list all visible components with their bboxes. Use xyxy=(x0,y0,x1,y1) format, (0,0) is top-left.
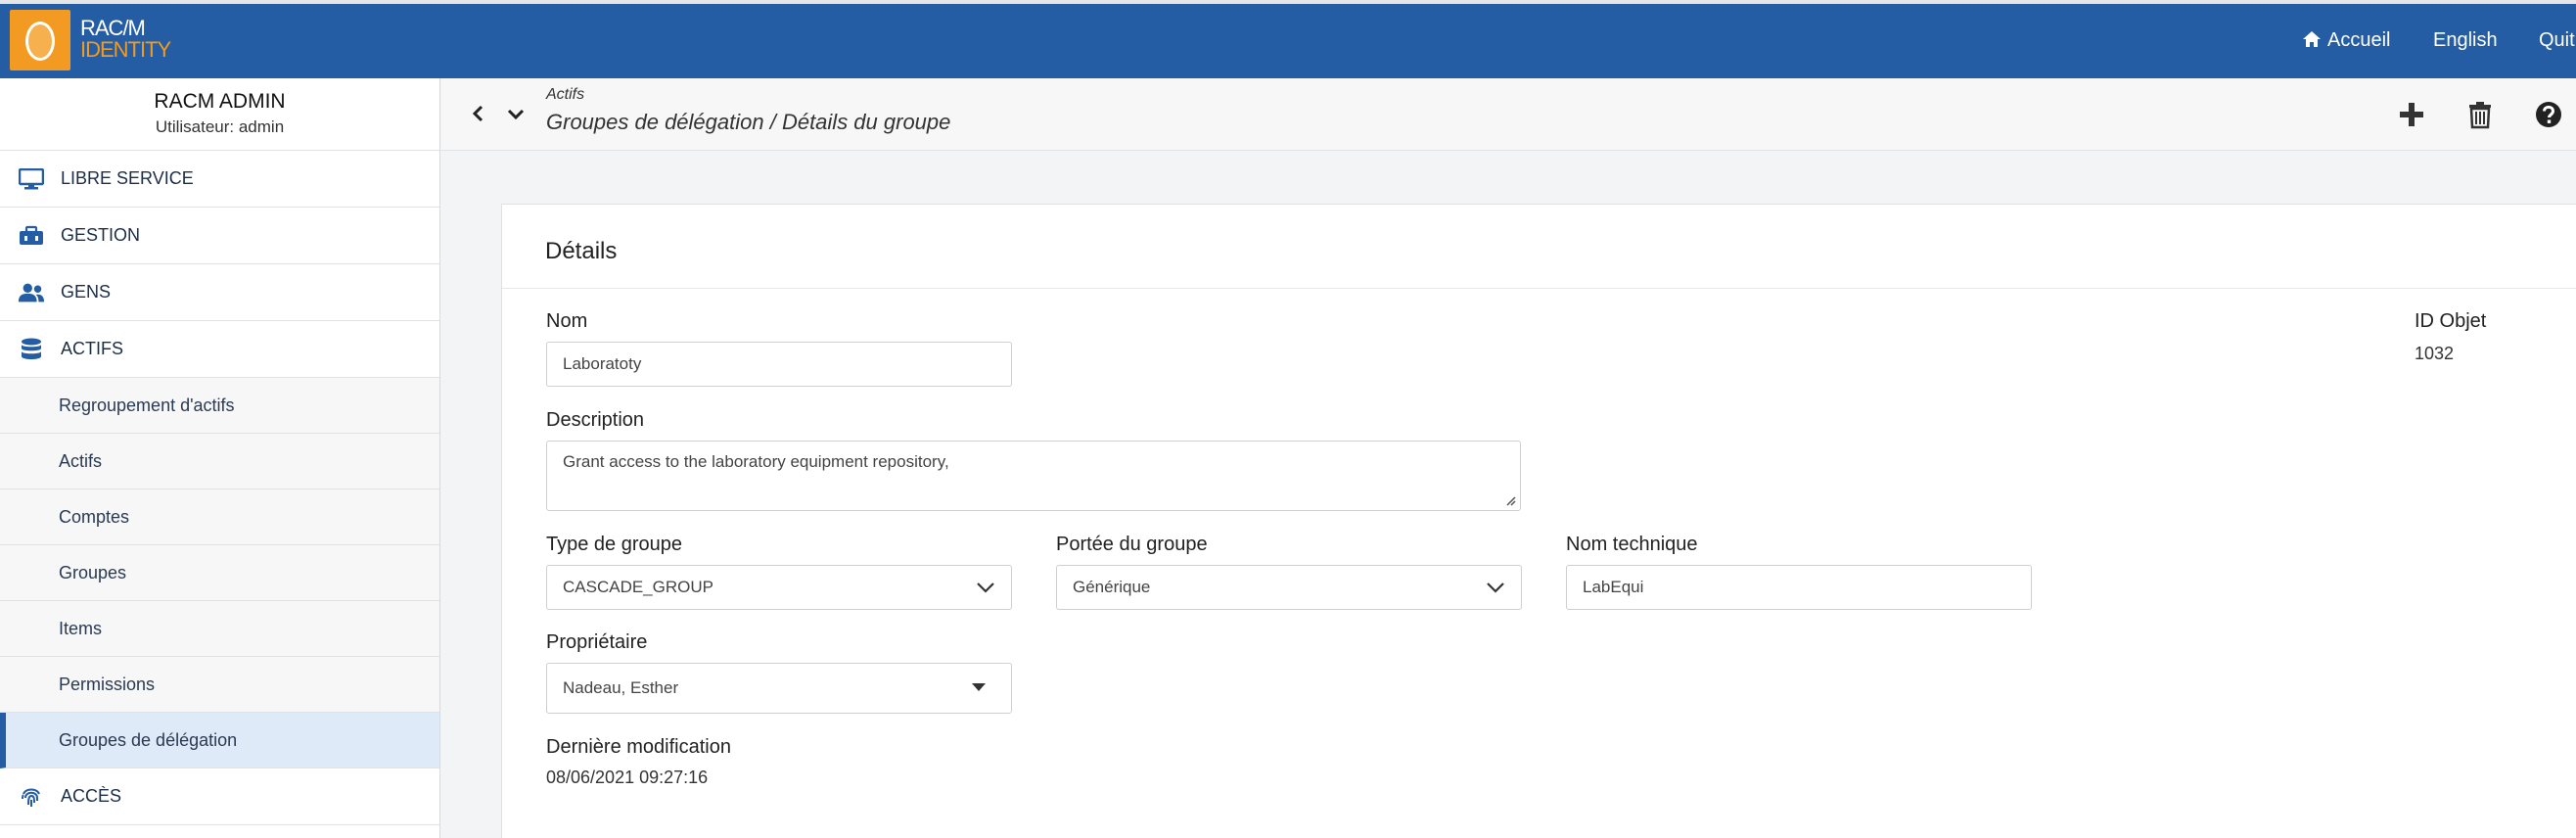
chevron-down-icon xyxy=(977,582,994,593)
sidebar-subitem-groupes[interactable]: Groupes xyxy=(0,545,439,601)
sidebar-subitem-regroupement[interactable]: Regroupement d'actifs xyxy=(0,378,439,434)
sidebar-subitem-items[interactable]: Items xyxy=(0,601,439,657)
nom-technique-input[interactable]: LabEqui xyxy=(1566,565,2032,610)
sidebar: RACM ADMIN Utilisateur: admin LIBRE SERV… xyxy=(0,78,440,838)
sidebar-item-acces[interactable]: ACCÈS xyxy=(0,768,439,825)
fingerprint-icon xyxy=(18,785,45,809)
users-icon xyxy=(18,281,45,304)
type-groupe-value: CASCADE_GROUP xyxy=(563,578,713,596)
sidebar-label-gestion: GESTION xyxy=(61,225,141,245)
id-objet-label: ID Objet xyxy=(2415,310,2487,332)
description-text: Grant access to the laboratory equipment… xyxy=(563,452,949,471)
logo-line-1: RAC/M xyxy=(80,16,146,40)
user-block: RACM ADMIN Utilisateur: admin xyxy=(0,78,439,151)
portee-groupe-label: Portée du groupe xyxy=(1056,534,1208,555)
database-icon xyxy=(18,338,45,361)
derniere-modification-value: 08/06/2021 09:27:16 xyxy=(546,768,709,787)
proprietaire-label: Propriétaire xyxy=(546,631,648,653)
sidebar-subitem-groupes-delegation[interactable]: Groupes de délégation xyxy=(0,713,439,768)
sidebar-item-gens[interactable]: GENS xyxy=(0,264,439,321)
user-name: RACM ADMIN xyxy=(154,90,286,113)
logo-line-2: IDENTITY xyxy=(80,37,171,62)
details-card: Détails Nom Laboratoty ID Objet 1032 Des… xyxy=(501,204,2576,838)
sidebar-label-actifs: ACTIFS xyxy=(61,339,124,358)
chevron-left-icon[interactable] xyxy=(469,104,488,123)
home-label: Accueil xyxy=(2327,29,2391,51)
id-objet-value: 1032 xyxy=(2415,344,2455,363)
sidebar-subitem-comptes[interactable]: Comptes xyxy=(0,489,439,545)
page-header: Actifs Groupes de délégation / Détails d… xyxy=(441,78,2576,151)
toolbox-icon xyxy=(18,224,45,248)
card-divider xyxy=(502,288,2576,289)
nom-technique-label: Nom technique xyxy=(1566,534,1698,555)
logo-text: RAC/M IDENTITY xyxy=(80,16,171,62)
type-groupe-select[interactable]: CASCADE_GROUP xyxy=(546,565,1012,610)
sidebar-item-gestion[interactable]: GESTION xyxy=(0,208,439,264)
proprietaire-select[interactable]: Nadeau, Esther xyxy=(546,663,1012,714)
sidebar-subitem-permissions[interactable]: Permissions xyxy=(0,657,439,713)
description-label: Description xyxy=(546,409,645,431)
description-textarea[interactable]: Grant access to the laboratory equipment… xyxy=(546,441,1521,511)
logo-shape xyxy=(25,22,55,61)
card-title: Détails xyxy=(545,238,618,264)
portee-groupe-select[interactable]: Générique xyxy=(1056,565,1522,610)
resize-grip-icon[interactable] xyxy=(1504,494,1516,506)
sidebar-label-libre-service: LIBRE SERVICE xyxy=(61,168,194,188)
sidebar-label-gens: GENS xyxy=(61,282,112,302)
home-link[interactable]: Accueil xyxy=(2302,29,2390,52)
portee-groupe-value: Générique xyxy=(1073,578,1151,596)
monitor-icon xyxy=(18,167,45,191)
trash-icon[interactable] xyxy=(2465,100,2495,129)
nom-label: Nom xyxy=(546,310,588,332)
home-icon xyxy=(2303,31,2321,47)
proprietaire-value: Nadeau, Esther xyxy=(563,678,679,697)
plus-icon[interactable] xyxy=(2397,100,2426,129)
quit-link[interactable]: Quit xyxy=(2539,29,2575,52)
help-icon[interactable] xyxy=(2534,100,2563,129)
caret-down-icon xyxy=(972,683,986,691)
breadcrumb-parent[interactable]: Actifs xyxy=(546,86,584,104)
derniere-modification-label: Dernière modification xyxy=(546,736,731,758)
top-bar: RAC/M IDENTITY Accueil English Quit xyxy=(0,0,2576,78)
sidebar-label-acces: ACCÈS xyxy=(61,786,122,806)
sidebar-item-libre-service[interactable]: LIBRE SERVICE xyxy=(0,151,439,208)
chevron-down-icon[interactable] xyxy=(506,104,526,123)
language-link[interactable]: English xyxy=(2433,29,2498,52)
breadcrumb: Groupes de délégation / Détails du group… xyxy=(546,110,951,134)
chevron-down-icon xyxy=(1487,582,1504,593)
user-subtitle: Utilisateur: admin xyxy=(155,117,285,136)
sidebar-item-actifs[interactable]: ACTIFS xyxy=(0,321,439,378)
sidebar-subitem-actifs[interactable]: Actifs xyxy=(0,434,439,489)
type-groupe-label: Type de groupe xyxy=(546,534,682,555)
nom-input[interactable]: Laboratoty xyxy=(546,342,1012,387)
racm-logo[interactable] xyxy=(10,10,70,70)
